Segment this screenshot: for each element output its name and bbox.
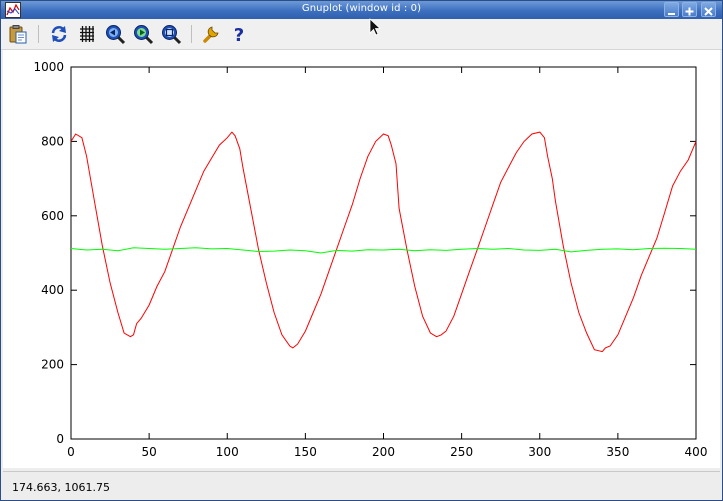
zoom-back-icon[interactable] — [104, 23, 126, 45]
help-icon[interactable]: ? — [228, 23, 250, 45]
x-tick-label: 50 — [141, 445, 156, 459]
x-tick-label: 250 — [450, 445, 473, 459]
minimize-icon — [668, 13, 675, 15]
cursor-coordinates: 174.663, 1061.75 — [12, 481, 110, 494]
window-title: Gnuplot (window id : 0) — [301, 3, 422, 14]
svg-text:?: ? — [234, 25, 244, 45]
y-tick-label: 1000 — [33, 60, 64, 74]
status-bar: 174.663, 1061.75 — [3, 471, 720, 500]
toolbar-separator — [38, 25, 39, 43]
zoom-fit-icon[interactable] — [160, 23, 182, 45]
maximize-button[interactable] — [682, 2, 697, 17]
series-line-1 — [70, 131, 697, 353]
minimize-button[interactable] — [664, 2, 679, 17]
refresh-icon[interactable] — [48, 23, 70, 45]
line-chart[interactable]: 0 50 100 150 200 250 300 350 400 0 200 400 600 800 100… — [3, 50, 720, 468]
series-line-2 — [70, 247, 697, 254]
plot-area[interactable]: 0 50 100 150 200 250 300 350 400 0 200 400 600 800 100… — [3, 50, 720, 468]
gnuplot-window: Gnuplot (window id : 0) ? 0 50 100 150 2… — [0, 0, 723, 501]
x-tick-label: 300 — [528, 445, 551, 459]
y-tick-label: 400 — [41, 283, 64, 297]
x-tick-label: 100 — [216, 445, 239, 459]
clipboard-icon[interactable] — [7, 23, 29, 45]
y-tick-label: 200 — [41, 358, 64, 372]
x-tick-label: 350 — [606, 445, 629, 459]
close-icon — [704, 7, 713, 16]
mouse-pointer-icon — [369, 18, 382, 36]
x-tick-label: 200 — [372, 445, 395, 459]
y-tick-label: 0 — [56, 432, 64, 446]
toolbar-separator — [191, 25, 192, 43]
close-button[interactable] — [701, 2, 716, 17]
y-tick-label: 800 — [41, 134, 64, 148]
wrench-icon[interactable] — [200, 23, 222, 45]
plot-border — [70, 66, 697, 440]
x-tick-label: 400 — [685, 445, 708, 459]
maximize-icon — [685, 7, 694, 16]
zoom-forward-icon[interactable] — [132, 23, 154, 45]
y-tick-label: 600 — [41, 209, 64, 223]
grid-icon[interactable] — [76, 23, 98, 45]
x-tick-label: 0 — [67, 445, 75, 459]
toolbar: ? — [1, 19, 722, 50]
x-tick-label: 150 — [294, 445, 317, 459]
title-bar[interactable]: Gnuplot (window id : 0) — [1, 1, 722, 19]
